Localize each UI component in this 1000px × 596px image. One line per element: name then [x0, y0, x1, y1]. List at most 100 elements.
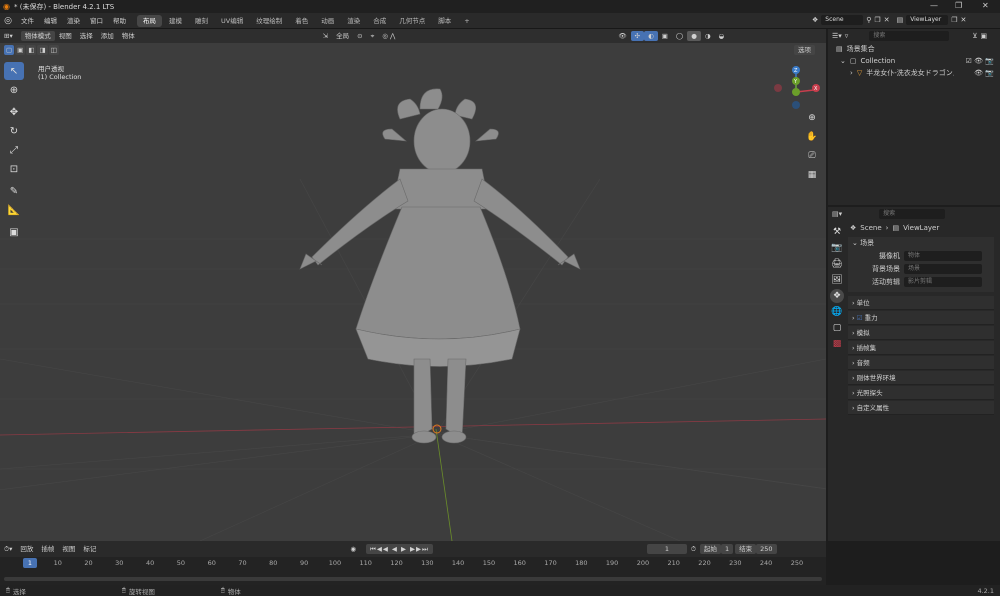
- properties-search-input[interactable]: 搜索: [879, 209, 946, 219]
- select-box-icon[interactable]: ▢: [4, 45, 15, 55]
- menu-edit[interactable]: 编辑: [39, 13, 62, 29]
- pan-hand-icon[interactable]: ✋: [805, 130, 819, 144]
- select-intersect-icon[interactable]: ◫: [48, 45, 59, 55]
- scene-selector[interactable]: Scene: [821, 15, 864, 25]
- select-extend-icon[interactable]: ▣: [15, 45, 26, 55]
- active-clip-field[interactable]: 影片剪辑: [904, 276, 982, 287]
- panel-custom-properties[interactable]: › 自定义属性: [848, 401, 994, 415]
- object-visibility-icons[interactable]: 👁 📷: [974, 69, 994, 77]
- gizmo-toggle-icon[interactable]: ✣: [630, 31, 645, 41]
- menu-select[interactable]: 选择: [76, 31, 97, 41]
- menu-window[interactable]: 窗口: [85, 13, 108, 29]
- current-frame-field[interactable]: 1: [646, 544, 687, 554]
- background-scene-field[interactable]: 场景: [904, 263, 982, 274]
- transform-orientation-icon[interactable]: ⇲: [319, 31, 332, 41]
- tool-tab-icon[interactable]: ⚒: [830, 225, 844, 239]
- shading-material-icon[interactable]: ◑: [701, 31, 715, 41]
- scene-section-header[interactable]: ⌄ 场景: [848, 237, 994, 249]
- panel-simulation[interactable]: › 模拟: [848, 326, 994, 340]
- texture-tab-icon[interactable]: ▩: [830, 337, 844, 351]
- pivot-icon[interactable]: ⊙: [353, 31, 366, 41]
- tree-object[interactable]: › ▽ 半龙女仆-洗衣龙女ドラゴンメ 👁 📷: [828, 67, 1000, 79]
- tab-geometry-nodes[interactable]: 几何节点: [393, 15, 431, 27]
- zoom-icon[interactable]: ⊕: [805, 111, 819, 125]
- delete-view-layer-icon[interactable]: ✕: [960, 16, 966, 24]
- tab-texture-paint[interactable]: 纹理绘制: [250, 15, 288, 27]
- properties-editor-icon[interactable]: ▤▾: [832, 210, 842, 218]
- tab-modeling[interactable]: 建模: [163, 15, 188, 27]
- outliner-editor-icon[interactable]: ☰▾: [832, 32, 842, 40]
- delete-scene-icon[interactable]: ✕: [884, 16, 890, 24]
- start-frame-field[interactable]: 1: [721, 544, 734, 554]
- snap-icon[interactable]: ⌖: [367, 31, 379, 41]
- panel-units[interactable]: › 单位: [848, 296, 994, 310]
- options-dropdown[interactable]: 选项: [794, 45, 815, 55]
- annotate-tool-icon[interactable]: ✎: [4, 182, 24, 200]
- filter-icon[interactable]: ▿: [845, 32, 849, 40]
- scale-tool-icon[interactable]: ⤢: [4, 141, 24, 159]
- panel-audio[interactable]: › 音频: [848, 356, 994, 370]
- tab-layout[interactable]: 布局: [137, 14, 162, 27]
- tab-animation[interactable]: 动画: [315, 15, 340, 27]
- tab-shading[interactable]: 着色: [289, 15, 314, 27]
- transform-tool-icon[interactable]: ⊡: [4, 160, 24, 178]
- timeline-body[interactable]: 1 10 20 30 40 50 60 70 80 90 100 110 120 130 140 150 160…: [0, 557, 826, 585]
- render-tab-icon[interactable]: 📷: [830, 241, 844, 255]
- tab-uv-editing[interactable]: UV编辑: [215, 15, 249, 27]
- pin-icon[interactable]: ⚲: [866, 16, 871, 24]
- minimize-icon[interactable]: —: [930, 1, 938, 10]
- playback-controls[interactable]: ⏮◀◀ ◀ ▶ ▶▶⏭: [366, 544, 433, 554]
- close-icon[interactable]: ✕: [982, 1, 989, 10]
- tree-collection[interactable]: ⌄ ▢ Collection ☑ 👁 📷: [828, 55, 1000, 67]
- menu-keying[interactable]: 插帧: [37, 544, 58, 554]
- tab-scripting[interactable]: 脚本: [432, 15, 457, 27]
- view-layer-tab-icon[interactable]: 🖼: [830, 273, 844, 287]
- maximize-icon[interactable]: ❐: [955, 1, 962, 10]
- menu-help[interactable]: 帮助: [108, 13, 131, 29]
- navigation-gizmo[interactable]: Z X Y: [772, 64, 822, 114]
- transform-orientation-selector[interactable]: 全局: [332, 31, 353, 41]
- add-cube-tool-icon[interactable]: ▣: [4, 223, 24, 241]
- new-scene-icon[interactable]: ❐: [874, 16, 880, 24]
- shading-solid-icon[interactable]: ●: [687, 31, 701, 41]
- mode-selector[interactable]: 物体模式: [20, 31, 55, 41]
- perspective-grid-icon[interactable]: ▦: [805, 168, 819, 182]
- select-tool-icon[interactable]: ↖: [4, 62, 24, 80]
- new-view-layer-icon[interactable]: ❐: [951, 16, 957, 24]
- visibility-icon[interactable]: 👁: [614, 31, 630, 41]
- scene-tab-icon[interactable]: ❖: [830, 289, 844, 303]
- proportional-edit-icon[interactable]: ◎ ⋀: [378, 31, 399, 41]
- outliner-search-input[interactable]: 搜索: [869, 31, 950, 41]
- rotate-tool-icon[interactable]: ↻: [4, 122, 24, 140]
- world-tab-icon[interactable]: 🌐: [830, 305, 844, 319]
- expand-icon[interactable]: ⌄: [840, 57, 846, 65]
- editor-type-icon[interactable]: ⊞▾: [0, 31, 17, 41]
- panel-keying-sets[interactable]: › 插帧集: [848, 341, 994, 355]
- output-tab-icon[interactable]: 🖨: [830, 257, 844, 271]
- view-layer-selector[interactable]: ViewLayer: [906, 15, 949, 25]
- outliner-filter-icon[interactable]: ⊻: [972, 32, 977, 40]
- select-invert-icon[interactable]: ◨: [37, 45, 48, 55]
- cursor-tool-icon[interactable]: ⊕: [4, 81, 24, 99]
- xray-icon[interactable]: ▣: [658, 31, 672, 41]
- tab-compositing[interactable]: 合成: [367, 15, 392, 27]
- menu-file[interactable]: 文件: [16, 13, 39, 29]
- 3d-viewport[interactable]: 用户透视 (1) Collection Z X Y ⊕ ✋ ⎚ ▦: [0, 29, 826, 541]
- tree-root[interactable]: ▤ 场景集合: [828, 43, 1000, 55]
- panel-light-probes[interactable]: › 光照探头: [848, 386, 994, 400]
- collection-tab-icon[interactable]: ▢: [830, 321, 844, 335]
- camera-field[interactable]: 物体: [904, 250, 982, 261]
- select-subtract-icon[interactable]: ◧: [26, 45, 37, 55]
- new-collection-icon[interactable]: ▣: [980, 32, 987, 40]
- blender-menu-icon[interactable]: ◎: [0, 16, 16, 26]
- collection-visibility-icons[interactable]: ☑ 👁 📷: [966, 57, 994, 65]
- panel-gravity[interactable]: › ☑ 重力: [848, 311, 994, 325]
- shading-wireframe-icon[interactable]: ◯: [672, 31, 687, 41]
- move-tool-icon[interactable]: ✥: [4, 103, 24, 121]
- camera-view-icon[interactable]: ⎚: [805, 149, 819, 163]
- add-workspace-button[interactable]: +: [458, 15, 475, 27]
- menu-playback[interactable]: 回放: [16, 544, 37, 554]
- timeline-editor-icon[interactable]: ⏱▾: [0, 544, 16, 554]
- menu-object[interactable]: 物体: [118, 31, 139, 41]
- menu-marker[interactable]: 标记: [79, 544, 100, 554]
